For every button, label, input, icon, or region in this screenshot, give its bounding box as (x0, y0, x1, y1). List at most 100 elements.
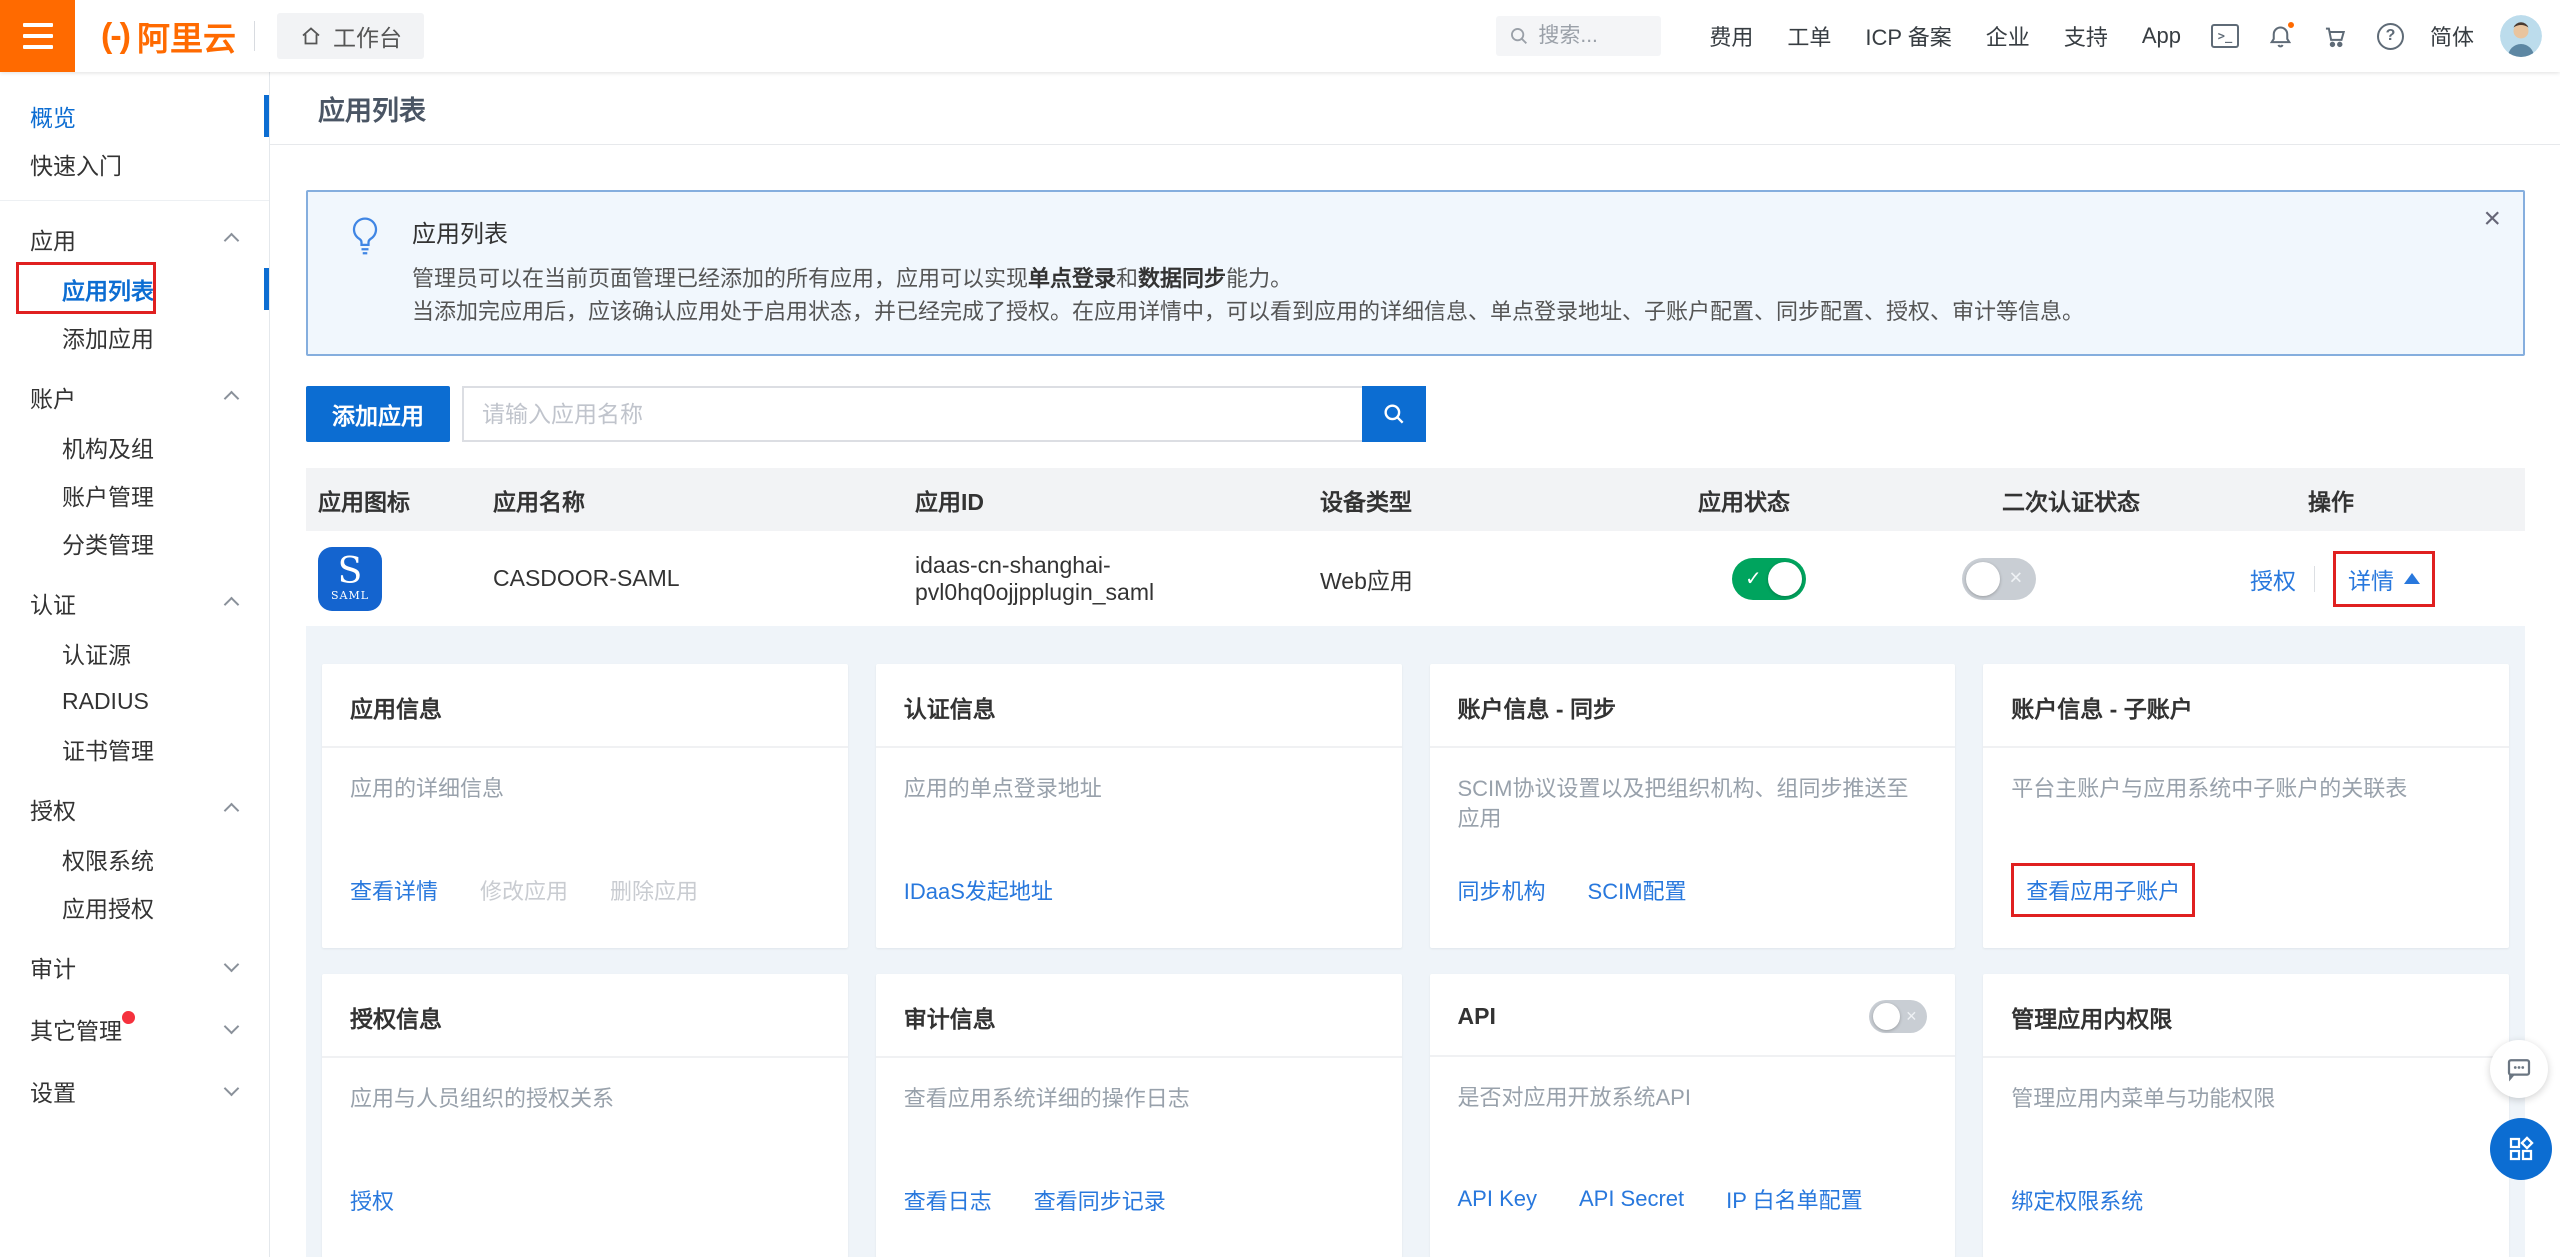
app-search-input[interactable] (462, 386, 1362, 442)
card-auth-info: 认证信息 应用的单点登录地址 IDaaS发起地址 (876, 664, 1402, 948)
sidebar-item-add-app[interactable]: 添加应用 (0, 313, 269, 361)
cloud-shell-button[interactable]: >_ (2211, 24, 2239, 48)
sidebar-group-other-mgmt[interactable]: 其它管理 (0, 1003, 269, 1055)
nav-support[interactable]: 支持 (2064, 20, 2108, 52)
avatar-image (2500, 15, 2542, 57)
nav-icp[interactable]: ICP 备案 (1865, 20, 1951, 52)
help-button[interactable]: ? (2377, 23, 2404, 50)
sync-org-link[interactable]: 同步机构 (1458, 874, 1546, 906)
authorize-link[interactable]: 授权 (2250, 562, 2296, 596)
app-id-cell: idaas-cn-shanghai-pvl0hq0ojjpplugin_saml (903, 552, 1308, 606)
card-title: 管理应用内权限 (2011, 1000, 2172, 1034)
app-status-toggle[interactable]: ✓ (1732, 558, 1806, 600)
col-header-mfa-status: 二次认证状态 (1990, 483, 2296, 517)
api-toggle[interactable]: ✕ (1869, 1000, 1927, 1033)
aliyun-logo-text: 阿里云 (137, 12, 236, 60)
table-header: 应用图标 应用名称 应用ID 设备类型 应用状态 二次认证状态 操作 (306, 468, 2525, 531)
chevron-up-icon (224, 233, 240, 249)
card-title: API (1458, 1003, 1496, 1030)
mini-apps-button[interactable] (2490, 1118, 2552, 1180)
chevron-down-icon (224, 1019, 240, 1035)
sidebar-group-authorization[interactable]: 授权 (0, 783, 269, 835)
card-title: 账户信息 - 同步 (1458, 690, 1616, 724)
active-indicator (264, 268, 269, 310)
sidebar-group-authentication[interactable]: 认证 (0, 577, 269, 629)
toggle-knob (1966, 562, 2000, 596)
mfa-status-toggle[interactable]: ✕ (1962, 558, 2036, 600)
app-detail-panel: 应用信息 应用的详细信息 查看详情 修改应用 删除应用 (306, 626, 2525, 1257)
sidebar-group-settings[interactable]: 设置 (0, 1065, 269, 1117)
close-icon[interactable]: × (2483, 204, 2501, 234)
cross-icon: ✕ (1906, 1008, 1918, 1025)
nav-tickets[interactable]: 工单 (1787, 20, 1831, 52)
view-sync-records-link[interactable]: 查看同步记录 (1034, 1184, 1166, 1216)
sidebar-item-account-mgmt[interactable]: 账户管理 (0, 471, 269, 519)
chevron-up-icon (224, 597, 240, 613)
lightbulb-icon (344, 214, 386, 260)
notifications-button[interactable] (2267, 23, 2294, 50)
col-header-app-status: 应用状态 (1686, 483, 1990, 517)
app-icon-saml: S SAML (318, 547, 382, 611)
avatar[interactable] (2500, 15, 2542, 57)
topbar-search-input[interactable] (1538, 24, 1638, 48)
workspace-button[interactable]: 工作台 (277, 13, 424, 59)
nav-app[interactable]: App (2142, 23, 2181, 49)
feedback-chat-button[interactable] (2490, 1040, 2548, 1098)
sidebar-group-account[interactable]: 账户 (0, 371, 269, 423)
app-name-cell: CASDOOR-SAML (481, 565, 903, 592)
sidebar-item-quickstart[interactable]: 快速入门 (0, 140, 269, 188)
detail-link[interactable]: 详情 (2348, 562, 2394, 596)
card-desc: 查看应用系统详细的操作日志 (904, 1084, 1374, 1144)
api-key-link[interactable]: API Key (1458, 1186, 1537, 1212)
page-title: 应用列表 (318, 89, 426, 128)
caret-up-icon (2404, 573, 2420, 584)
scim-config-link[interactable]: SCIM配置 (1588, 874, 1687, 906)
main-content: 应用列表 应用列表 管理员可以在当前页面管理已经添加的所有应用，应用可以实现单点… (270, 72, 2560, 1257)
chevron-down-icon (224, 957, 240, 973)
col-header-app-icon: 应用图标 (306, 483, 481, 517)
card-api: API ✕ 是否对应用开放系统API API Key API (1430, 974, 1956, 1257)
card-desc: 是否对应用开放系统API (1458, 1083, 1928, 1143)
authorize-card-link[interactable]: 授权 (350, 1184, 394, 1216)
topbar-search[interactable] (1496, 16, 1661, 56)
aliyun-logo[interactable]: (-) 阿里云 (101, 12, 236, 60)
sidebar-item-category-mgmt[interactable]: 分类管理 (0, 519, 269, 567)
action-separator (2314, 566, 2315, 592)
sidebar-group-audit[interactable]: 审计 (0, 941, 269, 993)
card-desc: 应用的单点登录地址 (904, 774, 1374, 834)
nav-enterprise[interactable]: 企业 (1986, 20, 2030, 52)
sidebar-item-auth-source[interactable]: 认证源 (0, 629, 269, 677)
add-app-button[interactable]: 添加应用 (306, 386, 450, 442)
sidebar-item-org-groups[interactable]: 机构及组 (0, 423, 269, 471)
banner-title: 应用列表 (412, 214, 2084, 249)
search-icon (1381, 401, 1407, 427)
sidebar-item-overview[interactable]: 概览 (0, 92, 269, 140)
sidebar-item-radius[interactable]: RADIUS (0, 677, 269, 725)
sidebar-group-application[interactable]: 应用 (0, 213, 269, 265)
card-desc: SCIM协议设置以及把组织机构、组同步推送至应用 (1458, 774, 1928, 834)
info-banner: 应用列表 管理员可以在当前页面管理已经添加的所有应用，应用可以实现单点登录和数据… (306, 190, 2525, 356)
chevron-up-icon (224, 391, 240, 407)
view-subaccount-link[interactable]: 查看应用子账户 (2026, 874, 2180, 906)
ip-whitelist-link[interactable]: IP 白名单配置 (1726, 1183, 1863, 1215)
sidebar: 概览 快速入门 应用 应用列表 添加应用 账户 (0, 72, 270, 1257)
locale-switcher[interactable]: 简体 (2430, 20, 2474, 52)
hamburger-menu-button[interactable] (0, 0, 75, 72)
sidebar-item-permission-system[interactable]: 权限系统 (0, 835, 269, 883)
sidebar-item-cert-mgmt[interactable]: 证书管理 (0, 725, 269, 773)
toggle-knob (1873, 1003, 1900, 1030)
search-submit-button[interactable] (1362, 386, 1426, 442)
idaas-sso-link[interactable]: IDaaS发起地址 (904, 874, 1053, 906)
nav-billing[interactable]: 费用 (1709, 20, 1753, 52)
view-logs-link[interactable]: 查看日志 (904, 1184, 992, 1216)
bind-permission-system-link[interactable]: 绑定权限系统 (2011, 1184, 2143, 1216)
col-header-app-id: 应用ID (903, 483, 1308, 517)
topbar-divider (254, 21, 255, 51)
sidebar-item-app-list[interactable]: 应用列表 (0, 265, 269, 313)
cart-button[interactable] (2322, 23, 2349, 50)
api-secret-link[interactable]: API Secret (1579, 1186, 1684, 1212)
sidebar-item-app-authorization[interactable]: 应用授权 (0, 883, 269, 931)
topbar-icons: >_ ? (2211, 23, 2404, 50)
view-detail-link[interactable]: 查看详情 (350, 874, 438, 906)
annotation-box-subaccount: 查看应用子账户 (2011, 863, 2195, 917)
